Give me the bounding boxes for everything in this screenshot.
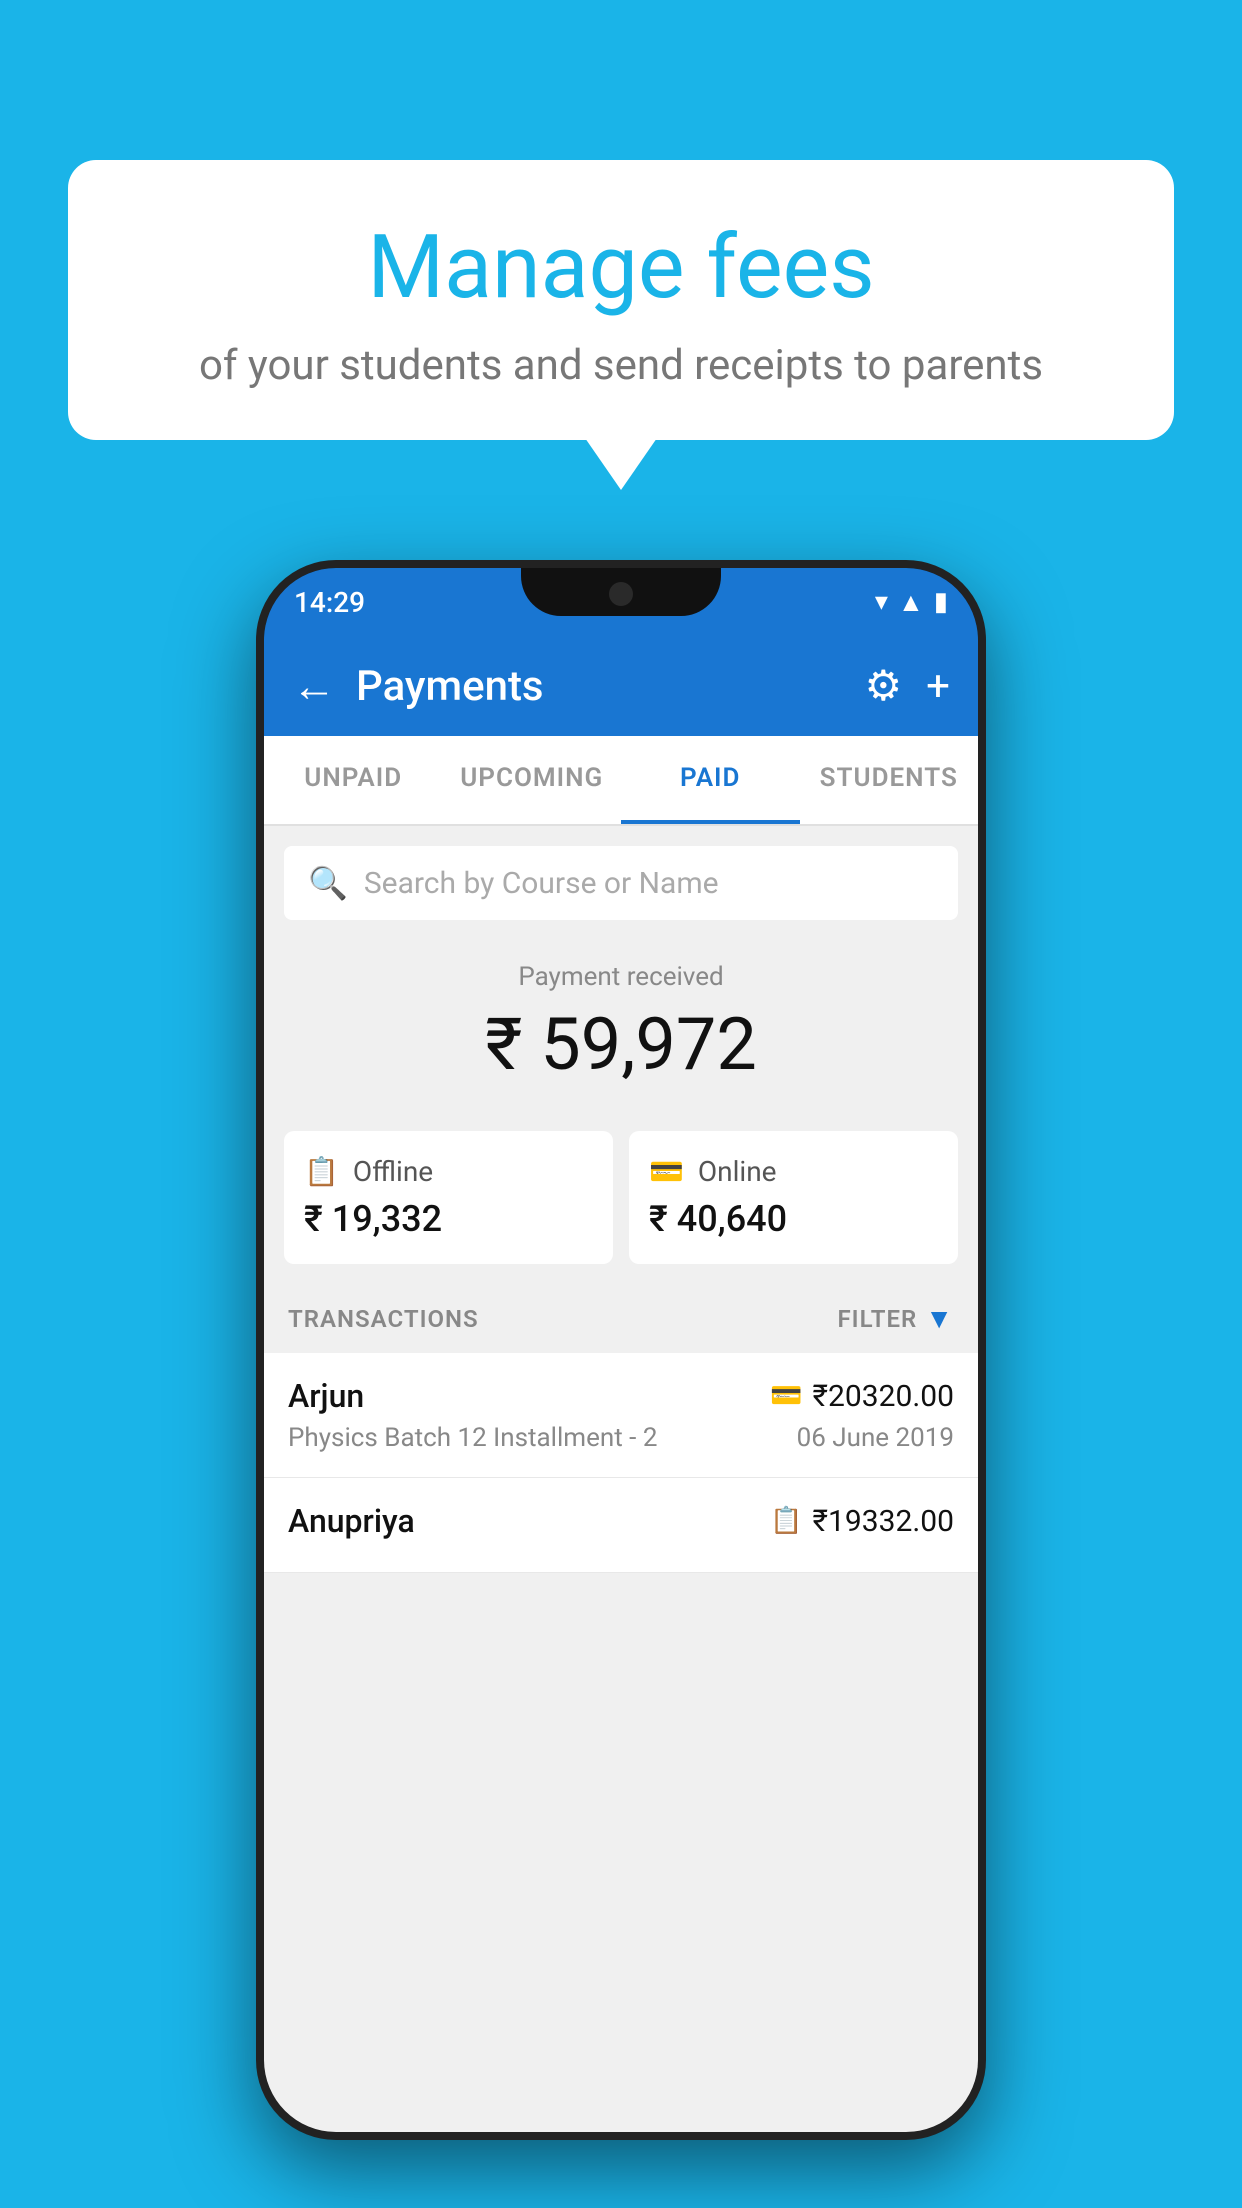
volume-down-button <box>256 858 264 958</box>
transaction-details-arjun: Physics Batch 12 Installment - 2 06 June… <box>288 1423 954 1453</box>
filter-icon: ▼ <box>925 1302 954 1335</box>
offline-card-top: 📋 Offline <box>304 1155 593 1188</box>
transactions-label: TRANSACTIONS <box>288 1305 479 1333</box>
transaction-name-anupriya: Anupriya <box>288 1502 415 1540</box>
transactions-header: TRANSACTIONS FILTER ▼ <box>264 1284 978 1353</box>
tab-students[interactable]: STUDENTS <box>800 736 979 824</box>
transaction-row[interactable]: Anupriya 📋 ₹19332.00 <box>264 1478 978 1573</box>
tabs-bar: UNPAID UPCOMING PAID STUDENTS <box>264 736 978 826</box>
phone-notch <box>521 568 721 616</box>
filter-label: FILTER <box>837 1305 917 1333</box>
offline-icon: 📋 <box>304 1155 339 1188</box>
transaction-top-arjun: Arjun 💳 ₹20320.00 <box>288 1377 954 1415</box>
transaction-row[interactable]: Arjun 💳 ₹20320.00 Physics Batch 12 Insta… <box>264 1353 978 1478</box>
online-payment-icon: 💳 <box>770 1381 802 1411</box>
online-card-top: 💳 Online <box>649 1155 938 1188</box>
transaction-amount-anupriya: 📋 ₹19332.00 <box>770 1504 954 1539</box>
back-button[interactable]: ← <box>292 660 336 712</box>
transaction-amount-arjun: 💳 ₹20320.00 <box>770 1379 954 1414</box>
payment-received-label: Payment received <box>288 962 954 992</box>
tab-paid[interactable]: PAID <box>621 736 800 824</box>
phone-frame: 14:29 ▾ ▲ ▮ ← Payments ⚙ + UNPAID UPCOMI… <box>256 560 986 2140</box>
bubble-title: Manage fees <box>118 220 1124 317</box>
search-bar[interactable]: 🔍 Search by Course or Name <box>284 846 958 920</box>
battery-icon: ▮ <box>934 587 948 617</box>
transaction-date-arjun: 06 June 2019 <box>797 1423 954 1453</box>
transaction-top-anupriya: Anupriya 📋 ₹19332.00 <box>288 1502 954 1540</box>
add-button[interactable]: + <box>926 662 950 711</box>
tab-upcoming[interactable]: UPCOMING <box>443 736 622 824</box>
transaction-name-arjun: Arjun <box>288 1377 364 1415</box>
bubble-subtitle: of your students and send receipts to pa… <box>118 341 1124 390</box>
offline-payment-card: 📋 Offline ₹ 19,332 <box>284 1131 613 1264</box>
online-amount: ₹ 40,640 <box>649 1198 938 1240</box>
settings-button[interactable]: ⚙ <box>865 661 903 711</box>
signal-icon: ▲ <box>898 587 924 618</box>
phone-content: 🔍 Search by Course or Name Payment recei… <box>264 826 978 2132</box>
payment-summary: Payment received ₹ 59,972 <box>264 930 978 1131</box>
silent-button <box>256 988 264 1088</box>
online-icon: 💳 <box>649 1155 684 1188</box>
total-payment-amount: ₹ 59,972 <box>288 1002 954 1087</box>
speech-bubble-section: Manage fees of your students and send re… <box>68 160 1174 440</box>
app-bar: ← Payments ⚙ + <box>264 636 978 736</box>
phone-camera <box>609 582 633 606</box>
online-payment-card: 💳 Online ₹ 40,640 <box>629 1131 958 1264</box>
wifi-icon: ▾ <box>875 587 888 617</box>
volume-up-button <box>256 768 264 828</box>
online-label: Online <box>698 1155 777 1188</box>
offline-amount: ₹ 19,332 <box>304 1198 593 1240</box>
search-input[interactable]: Search by Course or Name <box>364 866 719 901</box>
status-icons: ▾ ▲ ▮ <box>875 587 948 618</box>
offline-label: Offline <box>353 1155 433 1188</box>
status-time: 14:29 <box>294 586 365 619</box>
offline-payment-icon: 📋 <box>770 1506 802 1536</box>
filter-button[interactable]: FILTER ▼ <box>837 1302 954 1335</box>
app-bar-actions: ⚙ + <box>865 661 951 711</box>
tab-unpaid[interactable]: UNPAID <box>264 736 443 824</box>
payment-cards: 📋 Offline ₹ 19,332 💳 Online ₹ 40,640 <box>264 1131 978 1284</box>
power-button <box>978 868 986 948</box>
search-icon: 🔍 <box>308 864 348 902</box>
app-title: Payments <box>356 662 845 711</box>
speech-bubble: Manage fees of your students and send re… <box>68 160 1174 440</box>
transaction-course-arjun: Physics Batch 12 Installment - 2 <box>288 1423 657 1453</box>
